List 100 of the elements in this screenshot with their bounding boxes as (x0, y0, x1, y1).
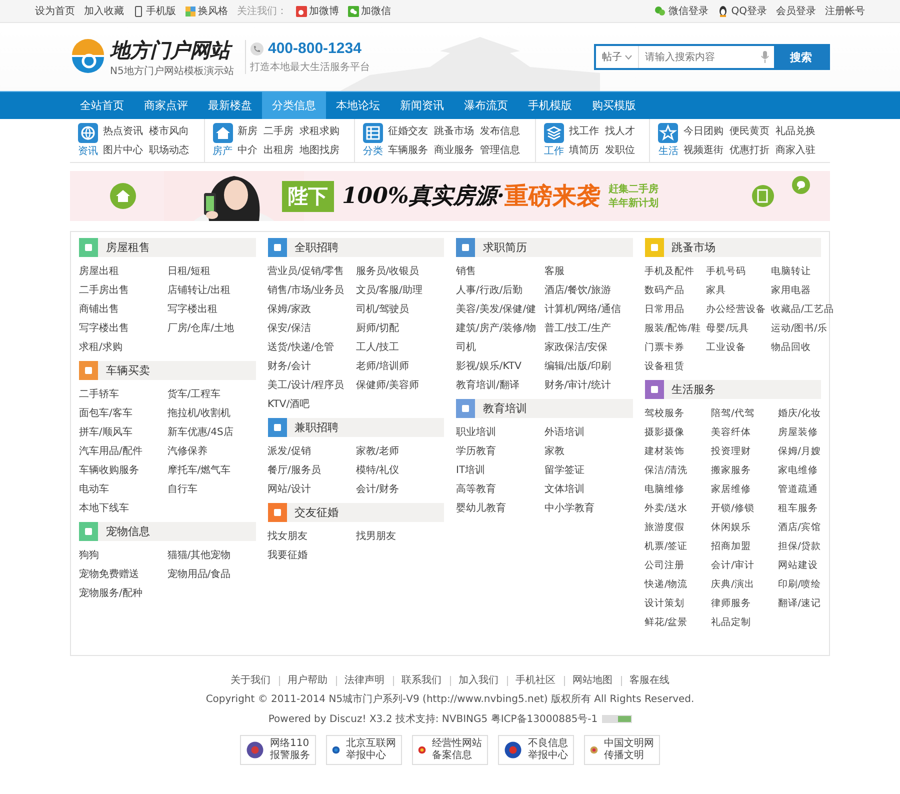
category-link[interactable]: 电脑维修 (644, 480, 688, 499)
category-link[interactable]: 庆典/演出 (711, 575, 754, 594)
category-link[interactable]: 写字楼出租 (167, 300, 256, 319)
category-link[interactable]: 影视/娱乐/KTV (456, 357, 544, 376)
microphone-icon[interactable] (761, 51, 769, 63)
category-link[interactable]: 学历教育 (456, 442, 544, 461)
category-link[interactable]: 家居维修 (711, 480, 754, 499)
category-link[interactable]: 派发/促销 (268, 442, 356, 461)
category-link[interactable]: 手机及配件 (644, 262, 701, 281)
category-link[interactable]: 外卖/送水 (644, 499, 688, 518)
category-link[interactable]: 收藏品/工艺品 (770, 300, 834, 319)
category-link[interactable]: 摩托车/燃气车 (167, 461, 256, 480)
category-link[interactable]: 汽车用品/配件 (79, 442, 168, 461)
nav-tab[interactable]: 最新楼盘 (198, 92, 262, 119)
category-link[interactable]: 日常用品 (644, 300, 701, 319)
category-link[interactable]: 猫猫/其他宠物 (167, 546, 256, 565)
category-link[interactable]: 摄影摄像 (644, 423, 688, 442)
category-link[interactable]: 模特/礼仪 (356, 461, 444, 480)
category-link[interactable]: 电脑转让 (770, 262, 834, 281)
category-link[interactable]: 宠物用品/食品 (167, 565, 256, 584)
subnav-link[interactable]: 职场动态 (149, 143, 189, 157)
category-link[interactable]: 鲜花/盆景 (644, 613, 688, 632)
footer-link[interactable]: 法律声明 (336, 676, 392, 686)
category-link[interactable]: 设计策划 (644, 594, 688, 613)
category-link[interactable]: 美容/美发/保健/健 (456, 300, 544, 319)
footer-link[interactable]: 手机社区 (506, 676, 564, 686)
category-link[interactable]: 管道疏通 (778, 480, 821, 499)
category-link[interactable]: 快递/物流 (644, 575, 688, 594)
category-link[interactable]: 会计/财务 (356, 480, 444, 499)
category-link[interactable]: 家教 (544, 442, 632, 461)
subnav-link[interactable]: 发职位 (604, 143, 635, 157)
category-link[interactable]: 会计/审计 (711, 556, 754, 575)
footer-link[interactable]: 加入我们 (450, 676, 506, 686)
category-link[interactable]: 普工/技工/生产 (544, 319, 632, 338)
category-link[interactable]: 电动车 (79, 480, 168, 499)
subnav-link[interactable]: 中介 (238, 143, 258, 157)
category-link[interactable]: 租车服务 (778, 499, 821, 518)
category-link[interactable]: 汽修保养 (167, 442, 256, 461)
category-link[interactable]: 数码产品 (644, 281, 701, 300)
top-link[interactable]: 加入收藏 (84, 4, 124, 18)
category-link[interactable]: 文员/客服/助理 (356, 281, 444, 300)
category-link[interactable]: 公司注册 (644, 556, 688, 575)
category-link[interactable]: 婚庆/化妆 (778, 404, 821, 423)
top-link[interactable]: 加微信 (348, 4, 391, 18)
category-link[interactable]: 房屋出租 (79, 262, 168, 281)
category-link[interactable]: 家政保洁/安保 (544, 338, 632, 357)
category-link[interactable]: 文体培训 (544, 480, 632, 499)
subnav-category[interactable]: 分类 (363, 123, 384, 158)
category-link[interactable]: 家用电器 (770, 281, 834, 300)
category-link[interactable]: KTV/酒吧 (268, 395, 356, 414)
category-link[interactable]: 求租/求购 (79, 338, 168, 357)
category-link[interactable]: 车辆收购服务 (79, 461, 168, 480)
subnav-category[interactable]: 房产 (212, 123, 233, 158)
subnav-link[interactable]: 楼市风向 (149, 124, 189, 138)
category-link[interactable]: 陪驾/代驾 (711, 404, 754, 423)
category-link[interactable]: 外语培训 (544, 423, 632, 442)
trust-badge[interactable]: 北京互联网 举报中心 (326, 735, 402, 765)
subnav-link[interactable]: 商家入驻 (775, 143, 816, 157)
category-link[interactable]: 网站建设 (778, 556, 821, 575)
footer-link[interactable]: 关于我们 (222, 676, 278, 686)
top-link[interactable]: 加微博 (296, 4, 339, 18)
category-link[interactable]: 狗狗 (79, 546, 168, 565)
category-link[interactable]: 厂房/仓库/土地 (167, 319, 256, 338)
category-link[interactable]: 营业员/促销/零售 (268, 262, 356, 281)
category-link[interactable]: 日租/短租 (167, 262, 256, 281)
category-link[interactable]: 本地下线车 (79, 499, 168, 518)
subnav-link[interactable]: 便民黄页 (729, 124, 770, 138)
category-link[interactable]: 律师服务 (711, 594, 754, 613)
category-link[interactable]: 新车优惠/4S店 (167, 423, 256, 442)
category-link[interactable]: 送货/快递/仓管 (268, 338, 356, 357)
footer-link[interactable]: 联系我们 (392, 676, 450, 686)
footer-link[interactable]: 用户帮助 (278, 676, 336, 686)
top-link[interactable]: 注册帐号 (825, 4, 865, 18)
footer-link[interactable]: 客服在线 (620, 676, 678, 686)
category-link[interactable]: 服装/配饰/鞋 (644, 319, 701, 338)
category-link[interactable]: 美工/设计/程序员 (268, 376, 356, 395)
category-link[interactable]: 礼品定制 (711, 613, 754, 632)
category-link[interactable]: 宠物免费赠送 (79, 565, 168, 584)
subnav-link[interactable]: 找人才 (604, 124, 635, 138)
category-link[interactable]: 财务/审计/统计 (544, 376, 632, 395)
category-link[interactable]: 餐厅/服务员 (268, 461, 356, 480)
category-link[interactable]: 母婴/玩具 (706, 319, 766, 338)
category-link[interactable]: 酒店/餐饮/旅游 (544, 281, 632, 300)
subnav-link[interactable]: 地图找房 (300, 143, 340, 157)
category-link[interactable]: 计算机/网络/通信 (544, 300, 632, 319)
category-link[interactable]: 投资理财 (711, 442, 754, 461)
category-link[interactable]: 工人/技工 (356, 338, 444, 357)
top-link[interactable]: QQ登录 (717, 4, 767, 18)
nav-tab[interactable]: 购买模版 (582, 92, 646, 119)
subnav-link[interactable]: 新房 (238, 124, 258, 138)
category-link[interactable]: 家电维修 (778, 461, 821, 480)
category-link[interactable]: 我要征婚 (268, 546, 356, 565)
category-link[interactable]: 留学签证 (544, 461, 632, 480)
nav-tab[interactable]: 瀑布流页 (454, 92, 518, 119)
subnav-link[interactable]: 今日团购 (683, 124, 724, 138)
category-link[interactable]: 财务/会计 (268, 357, 356, 376)
category-link[interactable]: 招商加盟 (711, 537, 754, 556)
top-link[interactable]: 设为首页 (35, 4, 75, 18)
trust-badge[interactable]: 中国文明网 传播文明 (584, 735, 660, 765)
category-link[interactable]: 销售 (456, 262, 544, 281)
